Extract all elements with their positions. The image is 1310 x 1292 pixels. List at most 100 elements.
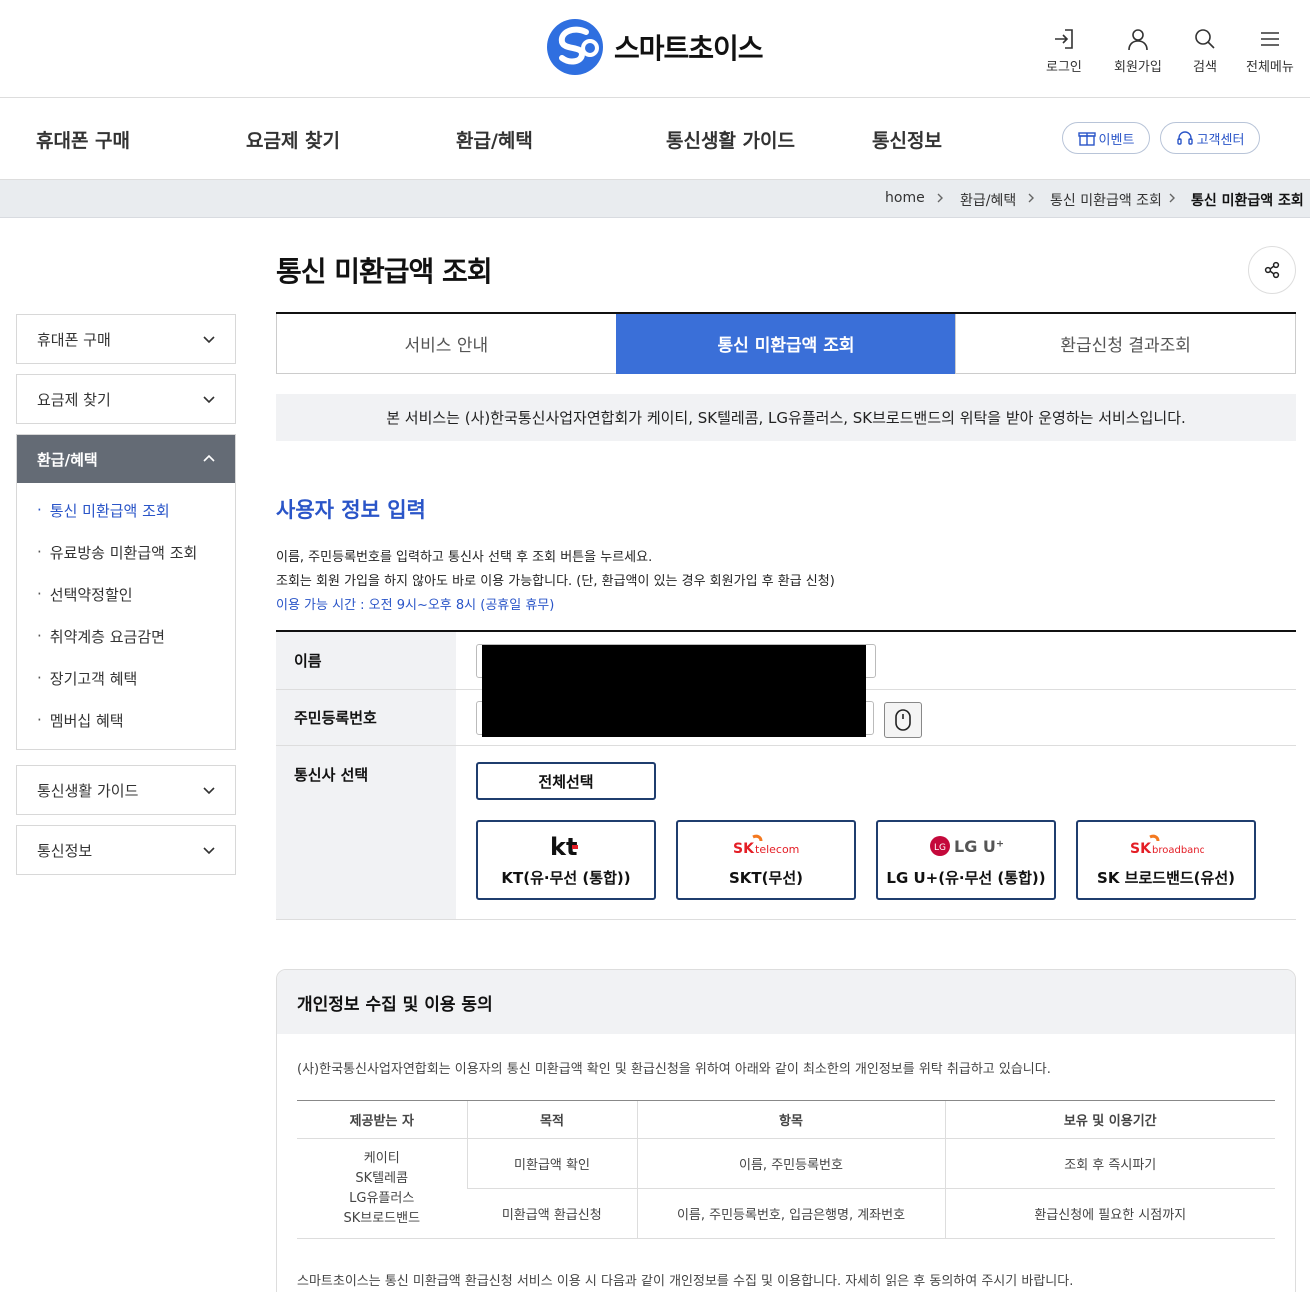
- breadcrumb-lookup[interactable]: 통신 미환급액 조회: [1050, 190, 1162, 210]
- mouse-icon: [895, 709, 911, 731]
- sidebar-menu-telecom-info[interactable]: 통신정보: [16, 825, 236, 875]
- carrier-kt-button[interactable]: kt KT(유·무선 (통합)): [476, 820, 656, 900]
- consent-intro: (사)한국통신사업자연합회는 이용자의 통신 미환급액 확인 및 환급신청을 위…: [297, 1062, 1051, 1077]
- sidebar-menu-plan-search[interactable]: 요금제 찾기: [16, 374, 236, 424]
- search-link[interactable]: 검색: [1192, 26, 1218, 75]
- content-tabs: 서비스 안내 통신 미환급액 조회 환급신청 결과조회: [276, 312, 1297, 374]
- sidebar-menu-label: 요금제 찾기: [37, 390, 111, 409]
- recipient: LG유플러스: [349, 1190, 415, 1206]
- carrier-skb-button[interactable]: SK broadband SK 브로드밴드(유선): [1076, 820, 1256, 900]
- gnb-refund-benefit[interactable]: 환급/혜택: [456, 126, 533, 153]
- search-icon: [1195, 29, 1215, 49]
- search-label: 검색: [1193, 60, 1217, 75]
- consent-title: 개인정보 수집 및 이용 동의: [277, 970, 1295, 1034]
- signup-link[interactable]: 회원가입: [1114, 26, 1162, 75]
- breadcrumb-current: 통신 미환급액 조회: [1191, 193, 1304, 209]
- all-menu-link[interactable]: 전체메뉴: [1246, 26, 1294, 75]
- table-header: 목적: [466, 1100, 637, 1139]
- sk-broadband-logo-icon: SK broadband: [1128, 833, 1204, 859]
- sidebar-menu-head[interactable]: 환급/혜택: [17, 435, 235, 483]
- share-button[interactable]: [1248, 246, 1296, 294]
- menu-icon: [1260, 32, 1279, 46]
- table-header: 보유 및 이용기간: [944, 1100, 1275, 1139]
- breadcrumb-home[interactable]: home: [885, 190, 925, 206]
- purpose-cell: 미환급액 환급신청: [467, 1188, 637, 1239]
- rrn-label: 주민등록번호: [276, 690, 456, 745]
- tab-refund-lookup[interactable]: 통신 미환급액 조회: [615, 314, 956, 374]
- redacted-overlay: [482, 645, 866, 737]
- chevron-up-icon: [203, 454, 215, 462]
- customer-center-button[interactable]: 고객센터: [1160, 122, 1260, 154]
- chevron-down-icon: [203, 336, 215, 344]
- period-cell: 환급신청에 필요한 시점까지: [944, 1188, 1275, 1239]
- sidebar-menu-label: 통신정보: [37, 841, 93, 860]
- sidebar-menu-telecom-guide[interactable]: 통신생활 가이드: [16, 765, 236, 815]
- table-row: 케이티 SK텔레콤 LG유플러스 SK브로드밴드 미환급액 확인 이름, 주민등…: [297, 1138, 1275, 1239]
- consent-footer: 스마트초이스는 통신 미환급액 환급신청 서비스 이용 시 다음과 같이 개인정…: [297, 1274, 1074, 1289]
- svg-text:SK: SK: [733, 841, 755, 857]
- chevron-right-icon: [1028, 193, 1034, 203]
- global-nav: 휴대폰 구매 요금제 찾기 환급/혜택 통신생활 가이드 통신정보 이벤트 고객…: [0, 98, 1310, 180]
- sidebar-item-vulnerable-discount[interactable]: 취약계층 요금감면: [17, 615, 235, 657]
- lg-uplus-logo-icon: LG LG U⁺: [929, 833, 1003, 859]
- sidebar-item-contract-discount[interactable]: 선택약정할인: [17, 573, 235, 615]
- logo-text: 스마트초이스: [614, 32, 764, 65]
- recipient: 케이티: [363, 1150, 400, 1166]
- chevron-down-icon: [203, 787, 215, 795]
- page-title: 통신 미환급액 조회: [276, 255, 493, 288]
- select-all-button[interactable]: 전체선택: [476, 762, 656, 800]
- sidebar-menu-refund-benefit: 환급/혜택 통신 미환급액 조회 유료방송 미환급액 조회 선택약정할인 취약계…: [16, 434, 236, 750]
- tab-refund-result[interactable]: 환급신청 결과조회: [955, 314, 1297, 374]
- instruction-text: 이름, 주민등록번호를 입력하고 통신사 선택 후 조회 버튼을 누르세요.: [276, 550, 653, 565]
- sidebar-menu-phone-purchase[interactable]: 휴대폰 구매: [16, 314, 236, 364]
- gnb-phone-purchase[interactable]: 휴대폰 구매: [36, 126, 130, 153]
- table-header: 항목: [636, 1100, 945, 1139]
- svg-text:LG: LG: [934, 843, 946, 853]
- breadcrumb: home 환급/혜택 통신 미환급액 조회 통신 미환급액 조회: [0, 180, 1310, 218]
- event-label: 이벤트: [1098, 132, 1135, 148]
- gnb-plan-search[interactable]: 요금제 찾기: [246, 126, 340, 153]
- login-label: 로그인: [1046, 60, 1082, 75]
- carrier-name: SKT(무선): [729, 868, 803, 887]
- svg-text:SK: SK: [1130, 841, 1152, 857]
- sidebar-item-paytv-refund[interactable]: 유료방송 미환급액 조회: [17, 531, 235, 573]
- service-notice: 본 서비스는 (사)한국통신사업자연합회가 케이티, SK텔레콤, LG유플러스…: [276, 394, 1296, 441]
- purpose-cell: 미환급액 확인: [466, 1138, 637, 1189]
- event-button[interactable]: 이벤트: [1062, 122, 1150, 154]
- site-header: 스마트초이스 로그인 회원가입 검색 전체메뉴: [0, 0, 1310, 98]
- breadcrumb-refund[interactable]: 환급/혜택: [960, 190, 1016, 210]
- period-cell: 조회 후 즉시파기: [944, 1138, 1275, 1189]
- recipient: SK브로드밴드: [343, 1210, 421, 1226]
- gnb-telecom-info[interactable]: 통신정보: [872, 126, 942, 153]
- virtual-keypad-button[interactable]: [884, 702, 922, 738]
- tab-service-guide[interactable]: 서비스 안내: [276, 314, 616, 374]
- headset-icon: [1176, 131, 1193, 145]
- svg-text:broadband: broadband: [1152, 845, 1204, 856]
- section-title: 사용자 정보 입력: [276, 498, 426, 522]
- gnb-telecom-guide[interactable]: 통신생활 가이드: [666, 126, 795, 153]
- smartchoice-logo-icon: [547, 19, 603, 75]
- user-icon: [1128, 29, 1148, 51]
- sidebar-menu-label: 환급/혜택: [37, 450, 98, 469]
- all-menu-label: 전체메뉴: [1246, 60, 1294, 75]
- share-icon: [1264, 261, 1280, 279]
- site-logo[interactable]: 스마트초이스: [546, 18, 764, 76]
- carrier-lgu-button[interactable]: LG LG U⁺ LG U+(유·무선 (통합)): [876, 820, 1056, 900]
- login-link[interactable]: 로그인: [1046, 26, 1082, 75]
- kt-logo-icon: kt: [546, 833, 586, 859]
- privacy-consent-panel: 개인정보 수집 및 이용 동의 (사)한국통신사업자연합회는 이용자의 통신 미…: [276, 969, 1296, 1292]
- service-hours: 이용 가능 시간 : 오전 9시~오후 8시 (공휴일 휴무): [276, 598, 555, 613]
- svg-text:LG U⁺: LG U⁺: [954, 837, 1003, 856]
- recipients-cell: 케이티 SK텔레콤 LG유플러스 SK브로드밴드: [297, 1138, 467, 1239]
- sidebar-item-membership-benefit[interactable]: 멤버십 혜택: [17, 699, 235, 741]
- signup-label: 회원가입: [1114, 60, 1162, 75]
- login-icon: [1054, 29, 1073, 49]
- carrier-skt-button[interactable]: SK telecom SKT(무선): [676, 820, 856, 900]
- items-cell: 이름, 주민등록번호: [636, 1138, 945, 1189]
- membership-note: 조회는 회원 가입을 하지 않아도 바로 이용 가능합니다. (단, 환급액이 …: [276, 574, 835, 589]
- recipient: SK텔레콤: [355, 1170, 409, 1186]
- sidebar-item-telecom-refund[interactable]: 통신 미환급액 조회: [17, 489, 235, 531]
- name-label: 이름: [276, 632, 456, 689]
- sidebar-item-longterm-benefit[interactable]: 장기고객 혜택: [17, 657, 235, 699]
- carrier-name: KT(유·무선 (통합)): [501, 868, 631, 887]
